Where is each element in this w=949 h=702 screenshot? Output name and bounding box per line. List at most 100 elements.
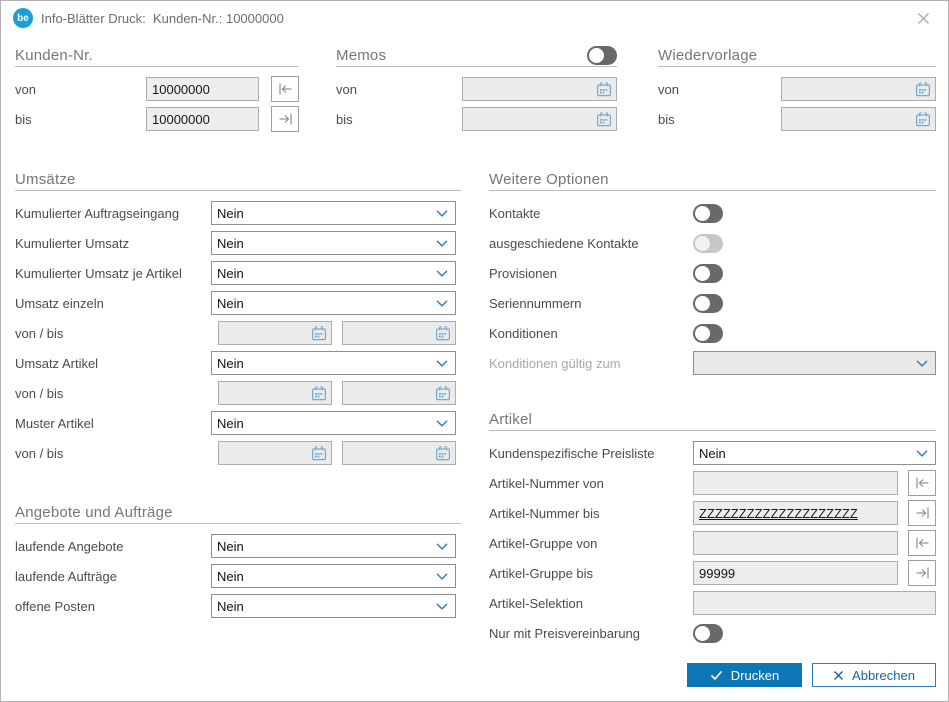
artikel-selektion-input[interactable] [693, 591, 936, 615]
first-artikel-nummer-button[interactable] [908, 470, 936, 496]
laufende-auftraege-select[interactable]: Nein [211, 564, 456, 588]
artikel-nummer-bis-input[interactable] [693, 501, 898, 525]
konditionen-toggle[interactable] [693, 324, 723, 343]
field-label: von [658, 82, 781, 97]
umsatz-artikel-bis-datefield[interactable] [342, 381, 456, 405]
umsatz-artikel-von-datefield[interactable] [218, 381, 332, 405]
seriennummern-toggle[interactable] [693, 294, 723, 313]
close-button[interactable] [911, 8, 936, 29]
titlebar: be Info-Blätter Druck: Kunden-Nr.: 10000… [1, 1, 948, 35]
check-icon [710, 670, 723, 681]
chevron-down-icon [436, 543, 448, 550]
first-record-button[interactable] [271, 76, 299, 102]
kunden-nr-bis-input[interactable] [146, 107, 259, 131]
umsaetze-row: Muster Artikel Nein [15, 408, 461, 438]
arrow-to-last-icon [915, 506, 930, 520]
section-header: Angebote und Aufträge [15, 504, 461, 524]
calendar-icon[interactable] [915, 112, 931, 127]
calendar-icon[interactable] [596, 112, 612, 127]
field-label: laufende Aufträge [15, 569, 211, 584]
memos-toggle[interactable] [587, 46, 617, 65]
wiedervorlage-von-datefield[interactable] [781, 77, 936, 101]
konditionen-gueltig-zum-select [693, 351, 936, 375]
offene-posten-select[interactable]: Nein [211, 594, 456, 618]
option-row: Provisionen [489, 258, 936, 288]
wiedervorlage-bis-datefield[interactable] [781, 107, 936, 131]
umsatz-einzeln-select[interactable]: Nein [211, 291, 456, 315]
muster-artikel-von-datefield[interactable] [218, 441, 332, 465]
section-header: Kunden-Nr. [15, 47, 299, 67]
provisionen-toggle[interactable] [693, 264, 723, 283]
chevron-down-icon [436, 210, 448, 217]
kumulierter-auftragseingang-select[interactable]: Nein [211, 201, 456, 225]
chevron-down-icon [436, 360, 448, 367]
calendar-icon[interactable] [596, 82, 612, 97]
memos-von-row: von [336, 74, 617, 104]
umsatz-einzeln-von-datefield[interactable] [218, 321, 332, 345]
memos-von-datefield[interactable] [462, 77, 617, 101]
field-label: bis [15, 112, 146, 127]
kumulierter-umsatz-select[interactable]: Nein [211, 231, 456, 255]
muster-artikel-bis-datefield[interactable] [342, 441, 456, 465]
section-angebote-und-auftraege: Angebote und Aufträge laufende Angebote … [15, 504, 461, 621]
field-label: bis [658, 112, 781, 127]
kunden-nr-bis-row: bis [15, 104, 299, 134]
first-artikel-gruppe-button[interactable] [908, 530, 936, 556]
field-label: laufende Angebote [15, 539, 211, 554]
kunden-nr-von-input[interactable] [146, 77, 259, 101]
muster-artikel-select[interactable]: Nein [211, 411, 456, 435]
window-title: Info-Blätter Druck: Kunden-Nr.: 10000000 [41, 11, 284, 26]
artikel-nummer-von-input[interactable] [693, 471, 898, 495]
kontakte-toggle[interactable] [693, 204, 723, 223]
section-title: Weitere Optionen [489, 171, 609, 188]
umsaetze-row: von / bis [15, 438, 461, 468]
section-header: Wiedervorlage [658, 47, 936, 67]
calendar-icon[interactable] [311, 446, 327, 461]
last-record-button[interactable] [271, 106, 299, 132]
kundenspezifische-preisliste-select[interactable]: Nein [693, 441, 936, 465]
calendar-icon[interactable] [435, 326, 451, 341]
calendar-icon[interactable] [435, 446, 451, 461]
field-label: Artikel-Nummer von [489, 476, 693, 491]
chevron-down-icon [436, 573, 448, 580]
section-memos: Memos von bis [336, 47, 617, 134]
artikel-gruppe-bis-input[interactable] [693, 561, 898, 585]
umsatz-einzeln-bis-datefield[interactable] [342, 321, 456, 345]
kunden-nr-von-row: von [15, 74, 299, 104]
calendar-icon[interactable] [915, 82, 931, 97]
memos-bis-datefield[interactable] [462, 107, 617, 131]
drucken-button[interactable]: Drucken [687, 663, 802, 687]
field-label: offene Posten [15, 599, 211, 614]
laufende-angebote-select[interactable]: Nein [211, 534, 456, 558]
last-artikel-gruppe-button[interactable] [908, 560, 936, 586]
memos-bis-row: bis [336, 104, 617, 134]
artikel-row: Nur mit Preisvereinbarung [489, 618, 936, 648]
field-label: bis [336, 112, 462, 127]
section-header: Memos [336, 47, 617, 67]
abbrechen-button[interactable]: Abbrechen [812, 663, 936, 687]
field-label: Muster Artikel [15, 416, 211, 431]
field-label: von / bis [15, 446, 211, 461]
field-label: Kumulierter Umsatz [15, 236, 211, 251]
umsatz-artikel-select[interactable]: Nein [211, 351, 456, 375]
artikel-row: Artikel-Nummer bis [489, 498, 936, 528]
section-header: Artikel [489, 411, 936, 431]
field-label: von / bis [15, 326, 211, 341]
chevron-down-icon [916, 360, 928, 367]
calendar-icon[interactable] [311, 326, 327, 341]
kumulierter-umsatz-je-artikel-select[interactable]: Nein [211, 261, 456, 285]
section-title: Angebote und Aufträge [15, 504, 173, 521]
umsaetze-row: Kumulierter Umsatz je Artikel Nein [15, 258, 461, 288]
arrow-to-first-icon [915, 476, 930, 490]
option-row: Kontakte [489, 198, 936, 228]
calendar-icon[interactable] [311, 386, 327, 401]
last-artikel-nummer-button[interactable] [908, 500, 936, 526]
artikel-gruppe-von-input[interactable] [693, 531, 898, 555]
chevron-down-icon [436, 603, 448, 610]
preisvereinbarung-toggle[interactable] [693, 624, 723, 643]
calendar-icon[interactable] [435, 386, 451, 401]
field-label: Umsatz Artikel [15, 356, 211, 371]
arrow-to-last-icon [278, 112, 293, 126]
chevron-down-icon [436, 300, 448, 307]
section-wiedervorlage: Wiedervorlage von bis [658, 47, 936, 134]
